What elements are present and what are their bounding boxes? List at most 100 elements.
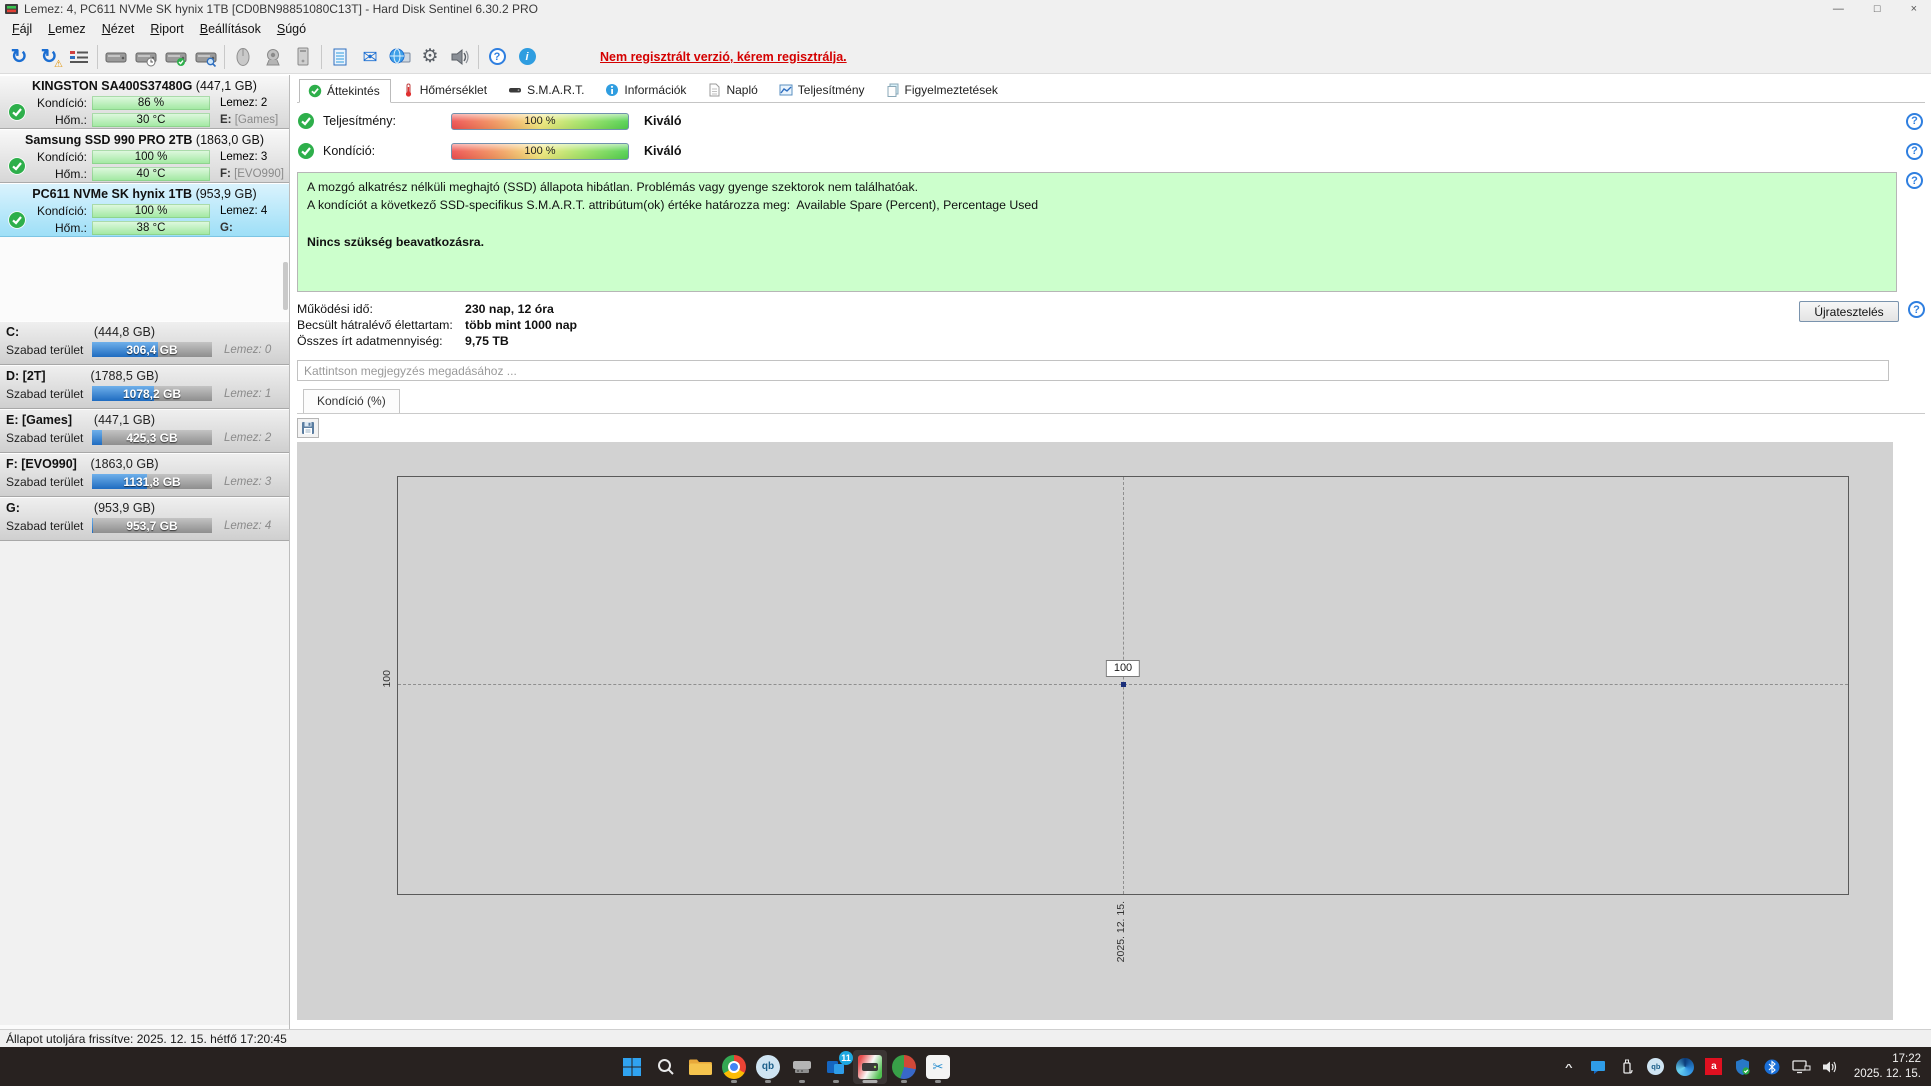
menu-report[interactable]: Riport [142, 19, 191, 39]
partition-panel-d[interactable]: (1788,5 GB) D: [2T] Szabad terület 1078,2 … [0, 365, 289, 409]
disk-number: Lemez: 3 [224, 475, 272, 488]
condition-ok-icon [297, 142, 315, 160]
help-icon[interactable]: ? [482, 43, 512, 71]
mail-app-button[interactable]: 11 [819, 1050, 853, 1084]
retest-help-icon[interactable]: ? [1908, 301, 1925, 318]
drive-letter: E: [220, 114, 232, 126]
free-space-bar: 306,4 GB [92, 342, 212, 357]
snipping-tool-button[interactable]: ✂ [921, 1050, 955, 1084]
free-space-label: Szabad terület [6, 518, 84, 533]
partition-panel-e[interactable]: (447,1 GB) E: [Games] Szabad terület 425,3… [0, 409, 289, 453]
free-space-bar: 425,3 GB [92, 430, 212, 445]
partition-panel-f[interactable]: (1863,0 GB) F: [EVO990] Szabad terület 113… [0, 453, 289, 497]
mouse-icon[interactable] [228, 43, 258, 71]
tray-edge-swirl-icon[interactable] [1674, 1056, 1696, 1078]
registration-warning-link[interactable]: Nem regisztrált verzió, kérem regisztrál… [600, 50, 847, 64]
refresh-warning-icon[interactable]: ↻ ⚠ [34, 43, 64, 71]
tray-blue-app-icon[interactable] [1587, 1056, 1609, 1078]
tray-usb-icon[interactable] [1616, 1056, 1638, 1078]
tab-alerts[interactable]: Figyelmeztetések [877, 78, 1009, 102]
settings-gear-icon[interactable]: ⚙ [415, 43, 445, 71]
drive-volume-label: [Games] [234, 114, 279, 126]
tab-temperature[interactable]: Hőmérséklet [392, 78, 498, 102]
disk-sidebar: KINGSTON SA400S37480G (447,1 GB) Kondíci… [0, 75, 290, 1029]
partition-panel-g[interactable]: (953,9 GB) G: Szabad terület 953,7 GB Lemez… [0, 497, 289, 541]
drive-volume-label: [EVO990] [234, 168, 284, 180]
total-written-value: 9,75 TB [465, 334, 509, 348]
folder-icon [689, 1059, 712, 1075]
tab-overview[interactable]: Áttekintés [299, 79, 391, 103]
performance-help-icon[interactable]: ? [1906, 112, 1923, 130]
summary-help-icon[interactable]: ? [1906, 172, 1923, 189]
taskbar-clock[interactable]: 17:22 2025. 12. 15. [1854, 1052, 1921, 1082]
free-space-label: Szabad terület [6, 430, 84, 445]
device-app-button[interactable] [785, 1050, 819, 1084]
last-updated-text: Állapot utoljára frissítve: 2025. 12. 15… [6, 1031, 287, 1046]
tab-performance[interactable]: Teljesítmény [770, 78, 876, 102]
disk-icon[interactable] [101, 43, 131, 71]
system-tray: ^ qb a 17:22 2025. 12. 15. [1558, 1047, 1931, 1086]
window-title: Lemez: 4, PC611 NVMe SK hynix 1TB [CD0BN… [24, 2, 539, 16]
tray-qbittorrent-icon[interactable]: qb [1645, 1056, 1667, 1078]
save-chart-button[interactable] [297, 418, 319, 438]
tab-log[interactable]: Napló [698, 78, 768, 102]
refresh-icon[interactable]: ↻ [4, 43, 34, 71]
retest-button[interactable]: Újratesztelés [1799, 301, 1899, 322]
computer-icon[interactable] [288, 43, 318, 71]
partition-size: (1788,5 GB) [90, 369, 159, 383]
condition-help-icon[interactable]: ? [1906, 142, 1923, 160]
menu-view[interactable]: Nézet [94, 19, 143, 39]
disk-panel-samsung[interactable]: Samsung SSD 990 PRO 2TB (1863,0 GB) Kond… [0, 129, 289, 183]
email-icon[interactable]: ✉ [355, 43, 385, 71]
globe-network-icon[interactable] [385, 43, 415, 71]
menu-settings[interactable]: Beállítások [192, 19, 269, 39]
tray-security-shield-icon[interactable] [1732, 1056, 1754, 1078]
disk-panel-pc611-selected[interactable]: PC611 NVMe SK hynix 1TB (953,9 GB) Kondí… [0, 183, 289, 237]
partition-size: (1863,0 GB) [90, 457, 159, 471]
disk-check-icon[interactable] [161, 43, 191, 71]
minimize-button[interactable]: — [1833, 3, 1844, 15]
qbittorrent-button[interactable]: qb [751, 1050, 785, 1084]
menu-bar: Fájl Lemez Nézet Riport Beállítások Súgó [0, 18, 1931, 40]
taskbar-search-button[interactable] [649, 1050, 683, 1084]
disk-number: Lemez: 1 [224, 387, 272, 400]
free-space-bar: 1078,2 GB [92, 386, 212, 401]
health-ok-icon [4, 149, 30, 183]
tray-volume-icon[interactable] [1819, 1056, 1841, 1078]
file-explorer-button[interactable] [683, 1050, 717, 1084]
summary-line-1: A mozgó alkatrész nélküli meghajtó (SSD)… [307, 180, 919, 194]
clock-time: 17:22 [1892, 1052, 1921, 1065]
sidebar-scrollbar[interactable] [283, 262, 288, 310]
chart-tab-condition[interactable]: Kondíció (%) [303, 389, 400, 413]
tray-amd-icon[interactable]: a [1703, 1056, 1725, 1078]
start-button[interactable] [615, 1050, 649, 1084]
hard-disk-sentinel-window: Lemez: 4, PC611 NVMe SK hynix 1TB [CD0BN… [0, 0, 1931, 1086]
disk-search-icon[interactable] [191, 43, 221, 71]
menu-disk[interactable]: Lemez [40, 19, 94, 39]
windows-logo-icon [623, 1057, 641, 1076]
tray-network-icon[interactable] [1790, 1056, 1812, 1078]
comment-input[interactable] [297, 360, 1889, 381]
report-list-icon[interactable] [64, 43, 94, 71]
close-button[interactable]: × [1911, 3, 1917, 15]
chrome-button[interactable] [717, 1050, 751, 1084]
temperature-bar: 38 °C [92, 221, 210, 235]
remaining-lifetime-value: több mint 1000 nap [465, 318, 578, 332]
chart-data-point[interactable] [1121, 681, 1126, 687]
maximize-button[interactable]: □ [1874, 3, 1881, 15]
about-info-icon[interactable]: i [512, 43, 542, 71]
disk-panel-kingston[interactable]: KINGSTON SA400S37480G (447,1 GB) Kondíci… [0, 75, 289, 129]
tab-information[interactable]: Információk [596, 78, 697, 102]
notes-icon[interactable] [325, 43, 355, 71]
tray-bluetooth-icon[interactable] [1761, 1056, 1783, 1078]
tray-chevron-up-icon[interactable]: ^ [1558, 1059, 1580, 1074]
tab-smart[interactable]: S.M.A.R.T. [499, 78, 595, 102]
partition-panel-c[interactable]: (444,8 GB) C: Szabad terület 306,4 GB Lemez… [0, 321, 289, 365]
speaker-icon[interactable] [445, 43, 475, 71]
menu-help[interactable]: Súgó [269, 19, 314, 39]
disk-clock-icon[interactable] [131, 43, 161, 71]
hard-disk-sentinel-button[interactable] [853, 1049, 887, 1084]
camera-icon[interactable] [258, 43, 288, 71]
disk-usage-app-button[interactable] [887, 1050, 921, 1084]
menu-file[interactable]: Fájl [4, 19, 40, 39]
